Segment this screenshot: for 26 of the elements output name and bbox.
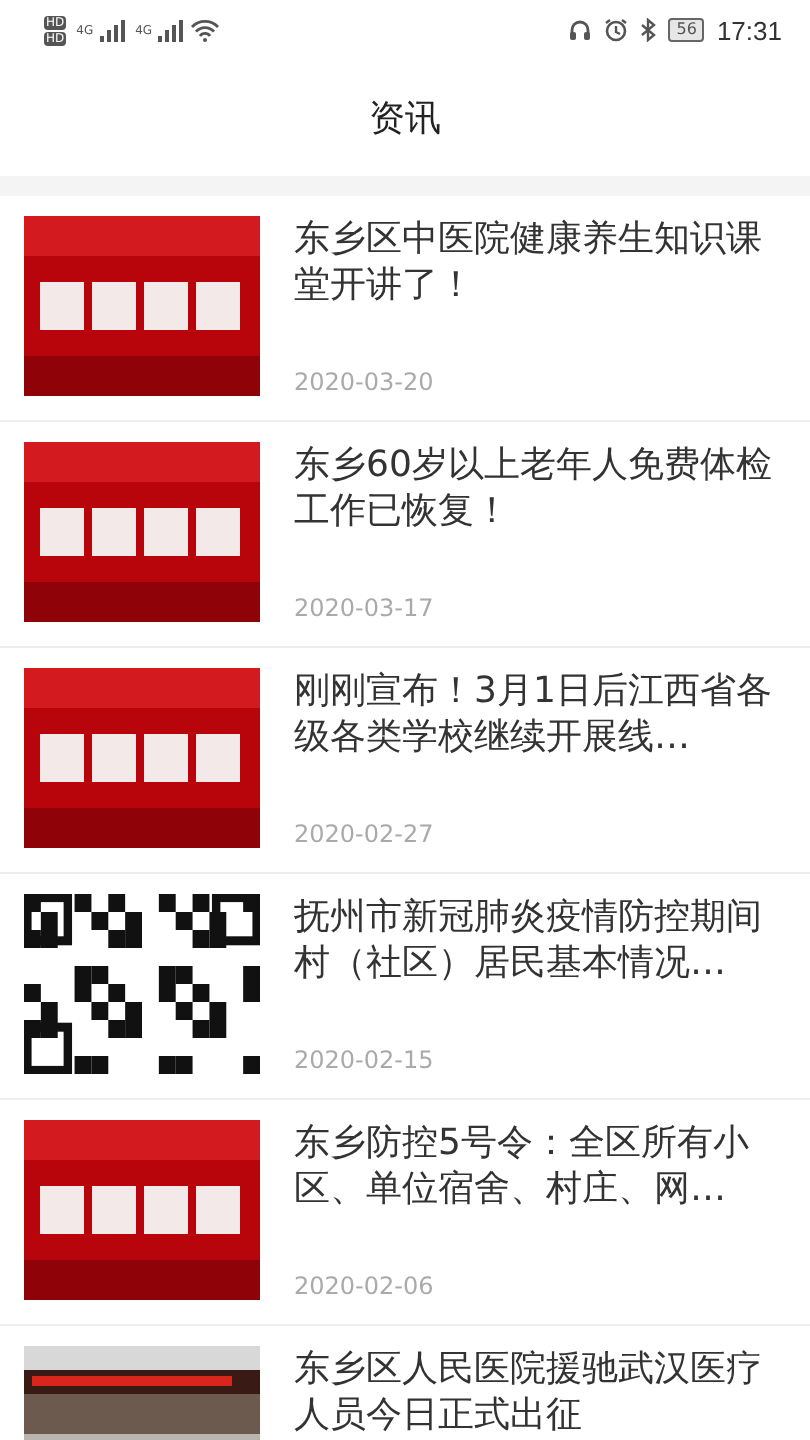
battery-icon: 56 — [668, 18, 705, 42]
news-date: 2020-02-06 — [294, 1272, 436, 1300]
news-title: 东乡区人民医院援驰武汉医疗人员今日正式出征 — [294, 1346, 764, 1438]
signal-icon — [158, 19, 185, 41]
news-title: 东乡区中医院健康养生知识课堂开讲了！ — [294, 216, 764, 308]
wifi-icon — [190, 18, 221, 42]
news-title: 东乡防控5号令：全区所有小区、单位宿舍、村庄、网… — [294, 1120, 751, 1212]
news-item[interactable]: 东乡60岁以上老年人免费体检工作已恢复！ 2020-03-17 — [0, 422, 810, 648]
news-item[interactable]: 东乡区中医院健康养生知识课堂开讲了！ 2020-03-20 — [0, 196, 810, 422]
news-date: 2020-02-15 — [294, 1046, 436, 1074]
news-date: 2020-02-27 — [294, 820, 436, 848]
page-title: 资讯 — [369, 96, 441, 142]
signal-icon — [99, 19, 126, 41]
news-date: 2020-03-20 — [294, 368, 436, 396]
news-item[interactable]: 东乡防控5号令：全区所有小区、单位宿舍、村庄、网… 2020-02-06 — [0, 1100, 810, 1326]
news-item[interactable]: 刚刚宣布！3月1日后江西省各级各类学校继续开展线… 2020-02-27 — [0, 648, 810, 874]
news-date: 2020-03-17 — [294, 594, 436, 622]
news-title: 东乡60岁以上老年人免费体检工作已恢复！ — [294, 442, 774, 534]
clock-time: 17:31 — [716, 15, 782, 45]
alarm-icon — [604, 18, 629, 42]
news-title: 抚州市新冠肺炎疫情防控期间村（社区）居民基本情况… — [294, 894, 764, 986]
bluetooth-icon — [640, 18, 657, 42]
headphones-icon — [568, 18, 593, 42]
news-title: 刚刚宣布！3月1日后江西省各级各类学校继续开展线… — [294, 668, 774, 760]
news-item[interactable]: 东乡区人民医院援驰武汉医疗人员今日正式出征 — [0, 1326, 810, 1440]
news-item[interactable]: 抚州市新冠肺炎疫情防控期间村（社区）居民基本情况… 2020-02-15 — [0, 874, 810, 1100]
